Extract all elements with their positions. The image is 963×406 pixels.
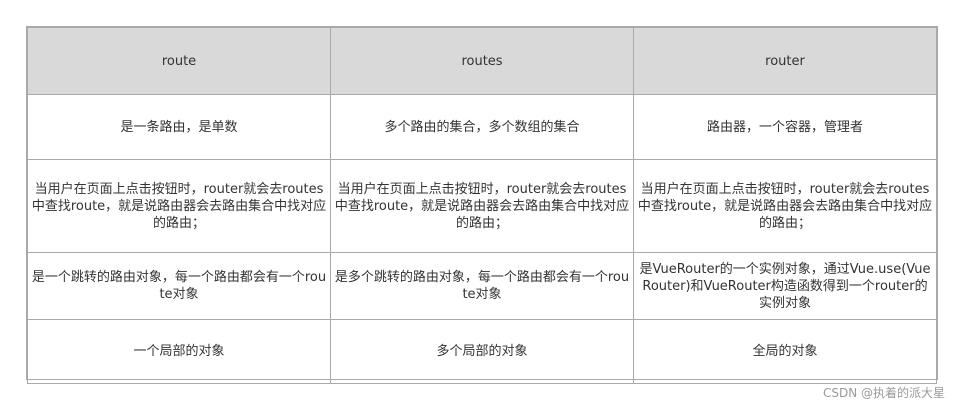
header-row: route routes router	[27, 27, 937, 95]
table-cell: 是一个跳转的路由对象，每一个路由都会有一个route对象	[27, 252, 331, 320]
table-cell: 一个局部的对象	[27, 319, 331, 384]
header-cell-route: route	[27, 27, 331, 95]
table-cell: 路由器，一个容器，管理者	[633, 94, 937, 160]
table-cell: 当用户在页面上点击按钮时，router就会去routes中查找route，就是说…	[633, 159, 937, 253]
route-comparison-table: route routes router 是一条路由，是单数 多个路由的集合，多个…	[27, 27, 937, 384]
table-row: 一个局部的对象 多个局部的对象 全局的对象	[27, 319, 937, 384]
comparison-table-container: route routes router 是一条路由，是单数 多个路由的集合，多个…	[26, 26, 938, 384]
table-cell: 当用户在页面上点击按钮时，router就会去routes中查找route，就是说…	[330, 159, 634, 253]
table-cell: 多个路由的集合，多个数组的集合	[330, 94, 634, 160]
watermark-text: CSDN @执着的派大星	[822, 386, 945, 400]
table-cell: 当用户在页面上点击按钮时，router就会去routes中查找route，就是说…	[27, 159, 331, 253]
table-cell: 是VueRouter的一个实例对象，通过Vue.use(VueRouter)和V…	[633, 252, 937, 320]
header-cell-routes: routes	[330, 27, 634, 95]
table-cell: 多个局部的对象	[330, 319, 634, 384]
table-cell: 是一条路由，是单数	[27, 94, 331, 160]
table-cell: 全局的对象	[633, 319, 937, 384]
header-cell-router: router	[633, 27, 937, 95]
table-row: 是一个跳转的路由对象，每一个路由都会有一个route对象 是多个跳转的路由对象，…	[27, 252, 937, 320]
table-row: 是一条路由，是单数 多个路由的集合，多个数组的集合 路由器，一个容器，管理者	[27, 94, 937, 160]
table-row: 当用户在页面上点击按钮时，router就会去routes中查找route，就是说…	[27, 159, 937, 253]
table-cell: 是多个跳转的路由对象，每一个路由都会有一个route对象	[330, 252, 634, 320]
